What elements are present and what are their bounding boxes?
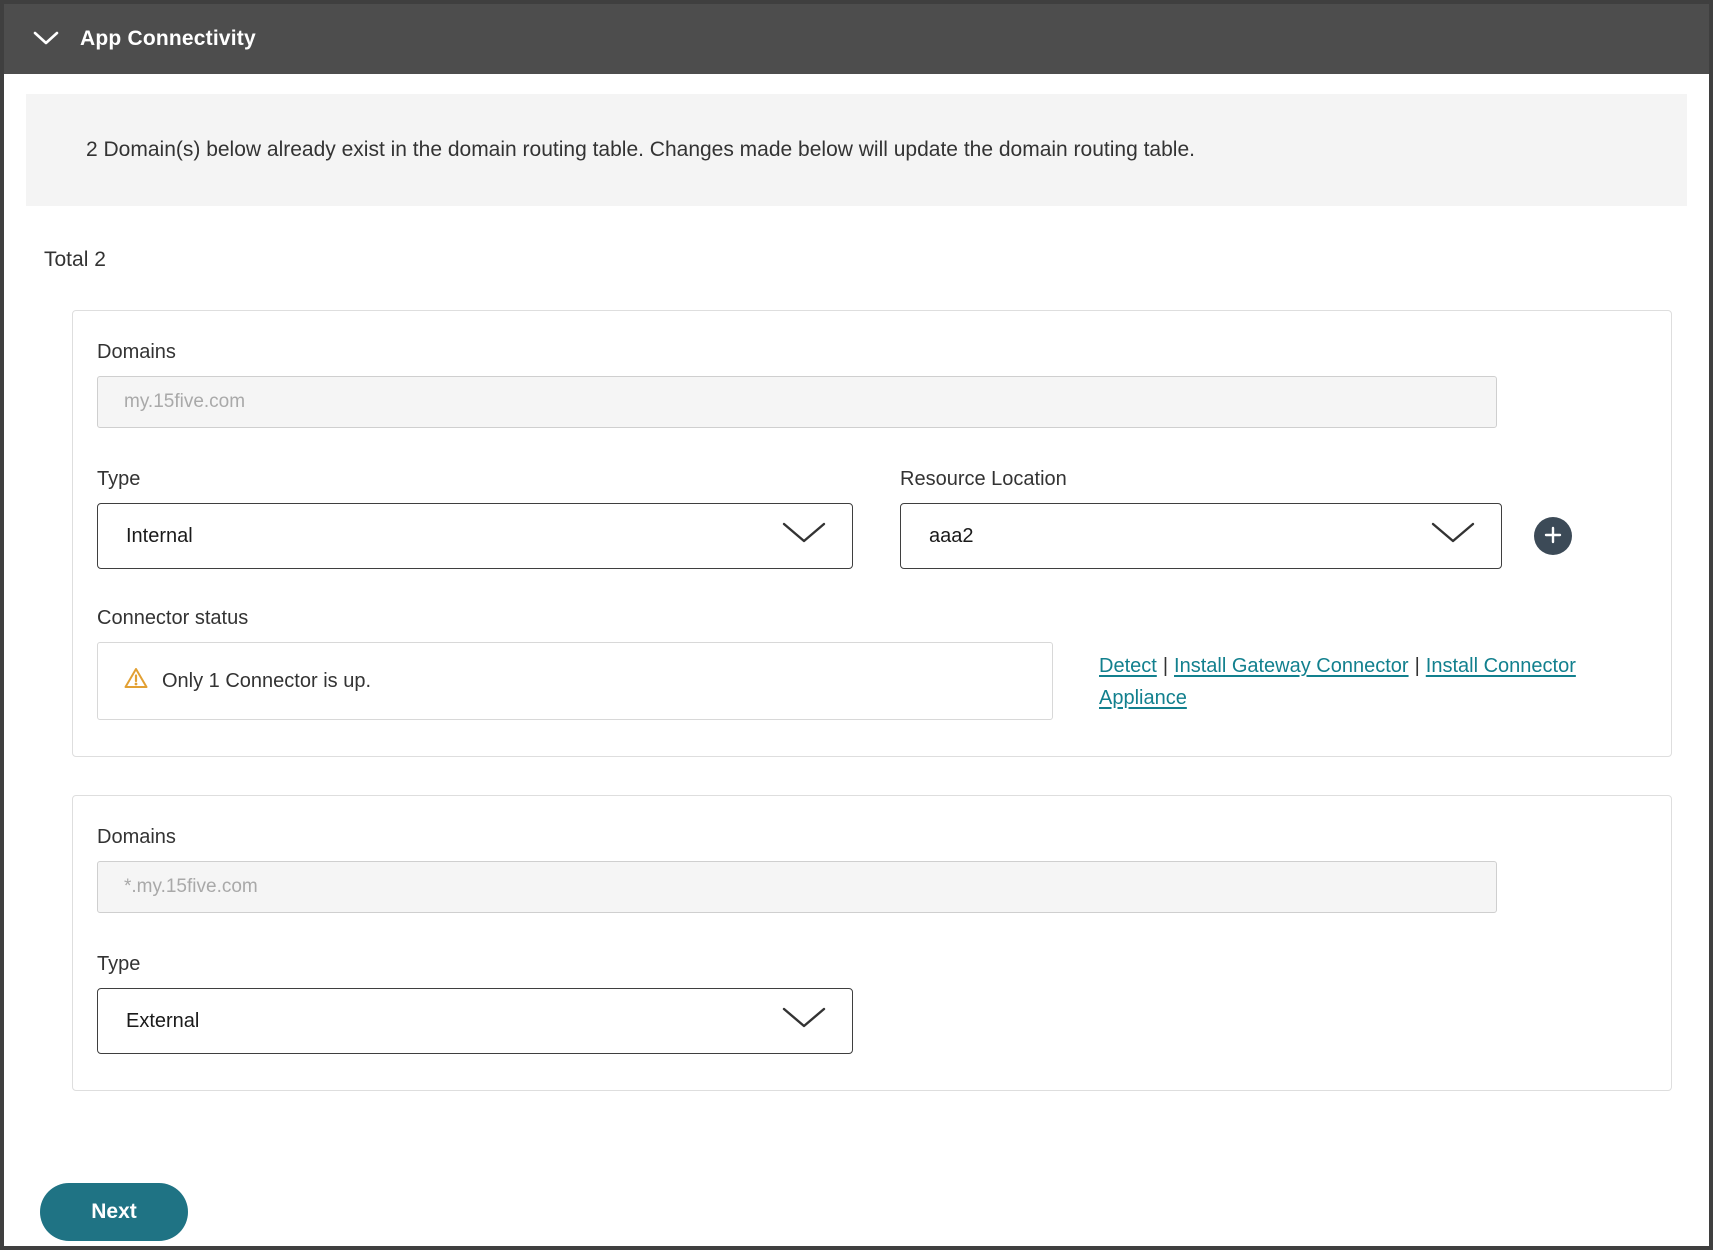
info-banner-text: 2 Domain(s) below already exist in the d… <box>86 138 1195 161</box>
type-select[interactable]: External <box>97 988 853 1054</box>
section-header: App Connectivity <box>4 4 1709 74</box>
resource-location-select[interactable]: aaa2 <box>900 503 1502 569</box>
section-title: App Connectivity <box>80 27 256 50</box>
connector-status-box: Only 1 Connector is up. <box>97 642 1053 720</box>
type-label: Type <box>97 468 141 490</box>
type-select-value: External <box>126 1009 200 1032</box>
info-banner: 2 Domain(s) below already exist in the d… <box>26 94 1687 206</box>
domain-entry-card-1: Domains Type Internal Resource Location <box>72 310 1672 757</box>
domains-label: Domains <box>97 341 176 363</box>
domains-label: Domains <box>97 826 176 848</box>
type-label: Type <box>97 953 141 975</box>
domain-input <box>97 861 1497 913</box>
app-connectivity-panel: App Connectivity 2 Domain(s) below alrea… <box>0 0 1713 1250</box>
collapse-section-button[interactable] <box>32 25 60 53</box>
detect-link[interactable]: Detect <box>1099 655 1157 677</box>
chevron-down-icon <box>782 522 826 550</box>
next-button[interactable]: Next <box>40 1183 188 1241</box>
pipe-separator: | <box>1162 655 1169 677</box>
resource-location-label: Resource Location <box>900 468 1067 490</box>
resource-location-select-value: aaa2 <box>929 524 974 547</box>
pipe-separator: | <box>1414 655 1420 677</box>
type-select[interactable]: Internal <box>97 503 853 569</box>
add-resource-location-button[interactable] <box>1534 517 1572 555</box>
install-gateway-connector-link[interactable]: Install Gateway Connector <box>1174 655 1409 677</box>
domain-entry-card-2: Domains Type External <box>72 795 1672 1091</box>
type-select-value: Internal <box>126 524 193 547</box>
total-count-label: Total 2 <box>44 248 106 271</box>
domain-input <box>97 376 1497 428</box>
chevron-down-icon <box>782 1007 826 1035</box>
plus-icon <box>1544 526 1562 547</box>
warning-triangle-icon <box>124 667 148 695</box>
connector-links: Detect | Install Gateway Connector | Install… <box>1099 642 1579 714</box>
connector-status-label: Connector status <box>97 607 249 629</box>
connector-status-message: Only 1 Connector is up. <box>162 669 371 692</box>
chevron-down-icon <box>1431 522 1475 550</box>
chevron-down-icon <box>33 30 59 49</box>
